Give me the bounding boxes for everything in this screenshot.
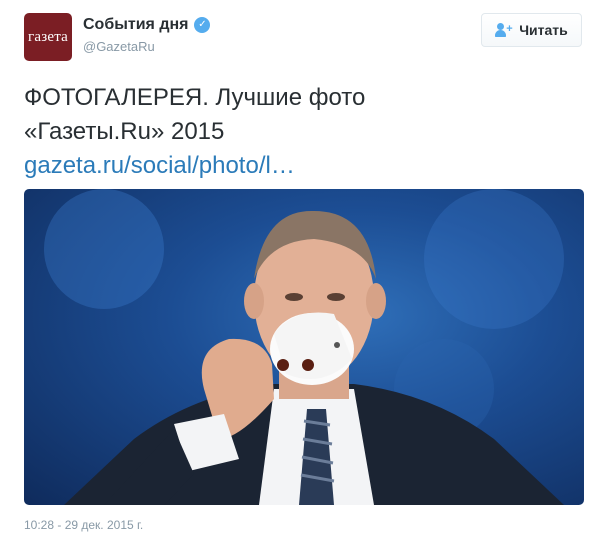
fullname-row: События дня ✓: [83, 16, 211, 34]
tweet-link[interactable]: gazeta.ru/social/photo/l…: [24, 149, 584, 183]
tweet-text: ФОТОГАЛЕРЕЯ. Лучшие фото «Газеты.Ru» 201…: [24, 81, 584, 183]
tweet-card: газета События дня ✓ @GazetaRu + Читать …: [0, 0, 606, 534]
account-fullname[interactable]: События дня: [83, 16, 188, 34]
tweet-text-line-1: ФОТОГАЛЕРЕЯ. Лучшие фото: [24, 84, 366, 111]
avatar[interactable]: газета: [24, 13, 72, 61]
tweet-photo[interactable]: [24, 189, 584, 505]
verified-badge-icon: ✓: [194, 17, 211, 33]
account-username[interactable]: @GazetaRu: [83, 39, 210, 54]
follow-button[interactable]: + Читать: [481, 13, 582, 47]
follow-user-plus-icon: +: [495, 23, 513, 37]
user-info: События дня ✓ @GazetaRu: [83, 16, 211, 54]
tweet-text-line-2: «Газеты.Ru» 2015: [24, 118, 225, 145]
follow-button-label: Читать: [519, 22, 568, 38]
avatar-logo-text: газета: [28, 28, 68, 45]
tweet-timestamp[interactable]: 10:28 - 29 дек. 2015 г.: [24, 518, 143, 532]
photo-illustration: [44, 189, 564, 505]
